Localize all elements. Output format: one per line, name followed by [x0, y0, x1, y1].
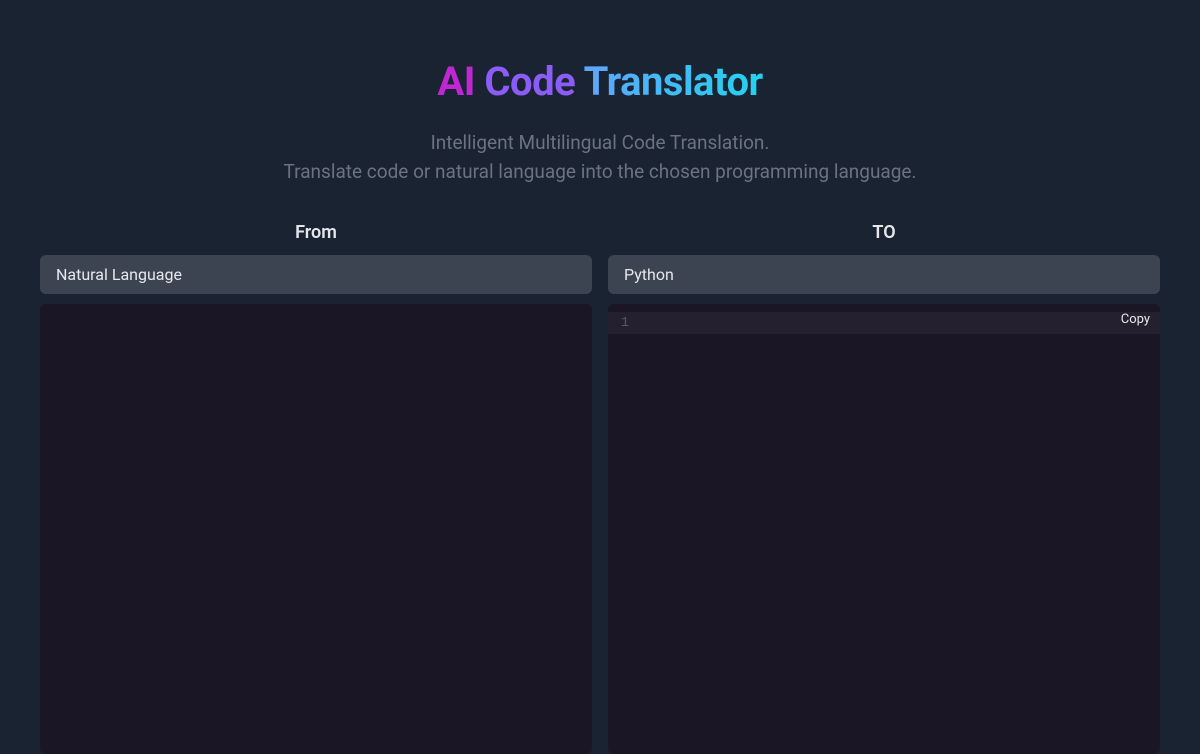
- to-panel-label: TO: [608, 222, 1160, 243]
- from-panel: From Natural Language: [40, 222, 592, 754]
- code-line-row: 1: [608, 312, 1160, 334]
- title-word-code: Code: [484, 58, 575, 105]
- subtitle: Intelligent Multilingual Code Translatio…: [283, 129, 916, 186]
- from-language-select[interactable]: Natural Language: [40, 255, 592, 294]
- to-panel: TO Python 1 Copy: [608, 222, 1160, 754]
- subtitle-line-1: Intelligent Multilingual Code Translatio…: [283, 129, 916, 158]
- title-word-translator: Translator: [584, 58, 763, 105]
- translation-panels: From Natural Language TO Python 1 Copy: [0, 222, 1200, 754]
- from-input-area[interactable]: [40, 304, 592, 754]
- page-title: AI Code Translator: [437, 58, 762, 105]
- to-code-area[interactable]: 1 Copy: [608, 304, 1160, 754]
- from-panel-label: From: [40, 222, 592, 243]
- copy-button[interactable]: Copy: [1121, 312, 1150, 327]
- title-word-ai: AI: [437, 58, 475, 105]
- subtitle-line-2: Translate code or natural language into …: [283, 158, 916, 187]
- to-language-select[interactable]: Python: [608, 255, 1160, 294]
- line-number: 1: [616, 315, 634, 331]
